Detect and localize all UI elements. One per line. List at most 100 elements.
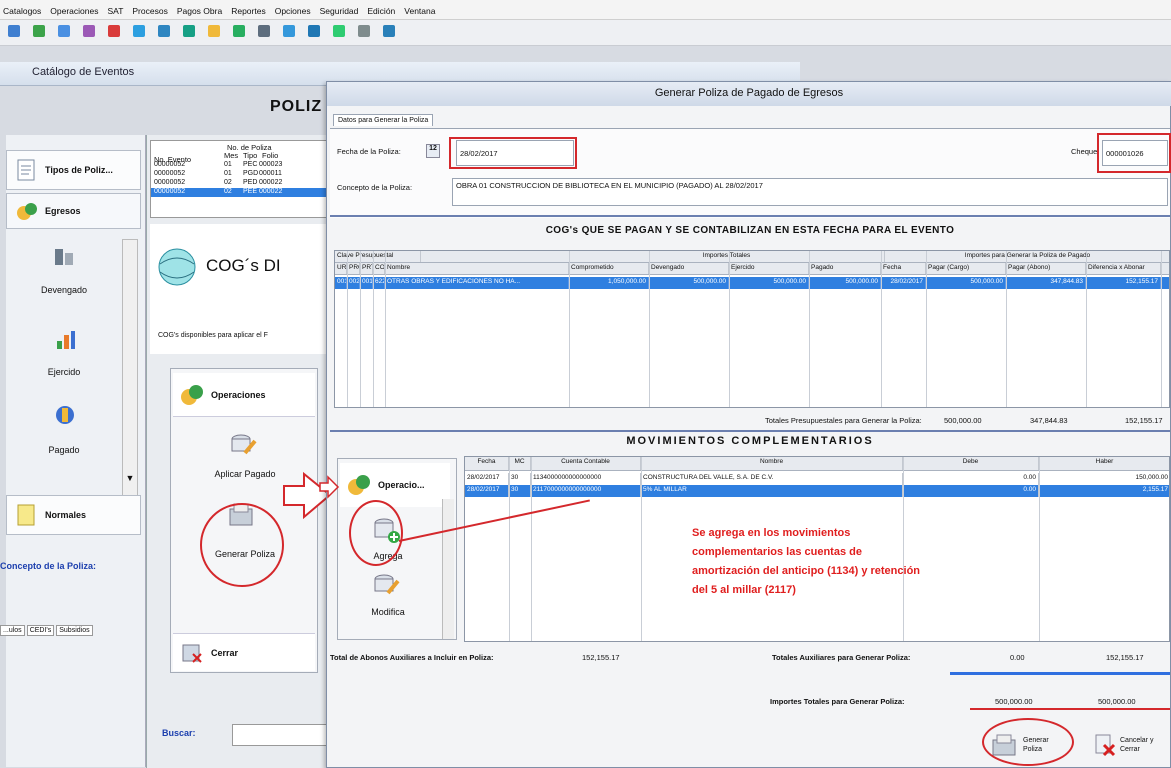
toolbar-button-icon[interactable] <box>58 25 70 37</box>
toolbar-button-icon[interactable] <box>108 25 120 37</box>
scroll-down-icon[interactable]: ▼ <box>122 473 138 489</box>
table-cell: 000023 <box>259 161 283 168</box>
toolbar-button-icon[interactable] <box>33 25 45 37</box>
importes-debe: 500,000.00 <box>995 697 1033 706</box>
toolbar-button-icon[interactable] <box>233 25 245 37</box>
toolbar-button-icon[interactable] <box>258 25 270 37</box>
menu-item[interactable]: Opciones <box>275 6 311 19</box>
devengado-icon[interactable] <box>51 245 79 269</box>
globe-icon <box>158 248 196 286</box>
grid-line <box>531 457 532 641</box>
mov-cell: 30 <box>509 485 531 497</box>
operaciones-header: Operaciones <box>173 373 315 417</box>
edit-database-icon[interactable] <box>372 571 400 599</box>
buscar-input[interactable] <box>232 724 332 746</box>
table-row[interactable]: 00000052 01 PEC 000023 <box>151 161 334 170</box>
grid-line <box>360 251 361 407</box>
cog-column-header: URPROGPRTCOGNombreComprometidoDevengadoE… <box>335 263 1169 275</box>
page-heading: POLIZ <box>270 98 323 115</box>
tab-titulos[interactable]: ...ulos <box>0 625 25 636</box>
importes-haber: 500,000.00 <box>1098 697 1136 706</box>
egresos-button[interactable]: Egresos <box>6 193 141 229</box>
toolbar <box>0 20 1171 46</box>
menu-item[interactable]: Edición <box>367 6 395 19</box>
red-underline <box>970 708 1170 710</box>
toolbar-button-icon[interactable] <box>183 25 195 37</box>
tipos-poliza-button[interactable]: Tipos de Poliz... <box>6 150 141 190</box>
menu-item[interactable]: Catalogos <box>3 6 41 19</box>
fecha-label: Fecha de la Poliza: <box>337 147 401 156</box>
generar-button-highlight <box>982 718 1074 766</box>
table-cell: 000022 <box>259 179 283 186</box>
table-row[interactable]: 28/02/2017 30 1134000000000000000 CONSTRUCT… <box>465 473 1169 485</box>
mov-header-cell: Haber <box>1039 457 1169 470</box>
cog-grid[interactable]: Clave Presupuestal Importes Totales Impo… <box>334 250 1170 408</box>
tab-cedis[interactable]: CEDI's <box>26 625 55 636</box>
agrega-highlight <box>349 500 403 566</box>
table-row[interactable]: 00000052 02 PEE 000022 <box>151 188 334 197</box>
grid-line <box>1039 457 1040 641</box>
tipos-poliza-label: Tipos de Poliz... <box>45 165 113 175</box>
menu-item[interactable]: Reportes <box>231 6 266 19</box>
modifica-label[interactable]: Modifica <box>338 607 438 617</box>
ejercido-icon[interactable] <box>51 327 79 351</box>
normales-button[interactable]: Normales <box>6 495 141 535</box>
separator <box>330 215 1170 217</box>
normales-label: Normales <box>45 510 87 520</box>
cog-cell: 500,000.00 <box>809 277 881 289</box>
cancel-icon <box>1095 734 1116 757</box>
menu-item[interactable]: Procesos <box>132 6 167 19</box>
mov-cell: 2117000000000000000 <box>531 485 641 497</box>
grid-line <box>385 251 386 407</box>
menu-item[interactable]: Ventana <box>404 6 435 19</box>
toolbar-button-icon[interactable] <box>283 25 295 37</box>
table-row[interactable]: 28/02/2017 30 2117000000000000000 5% AL MIL… <box>465 485 1169 497</box>
tab-subsidios[interactable]: Subsidios <box>56 625 93 636</box>
concepto-input[interactable]: OBRA 01 CONSTRUCCION DE BIBLIOTECA EN EL… <box>452 178 1168 206</box>
tab-datos-poliza[interactable]: Datos para Generar la Poliza <box>333 114 434 126</box>
table-row[interactable]: 00000052 01 PGD 000011 <box>151 170 334 179</box>
mov-header-cell: Nombre <box>641 457 903 470</box>
table-row[interactable]: 00000052 02 PED 000022 <box>151 179 334 188</box>
edit-database-icon[interactable] <box>229 431 257 459</box>
cog-header-cell: Nombre <box>385 263 569 274</box>
movimientos-title: MOVIMIENTOS COMPLEMENTARIOS <box>626 435 874 447</box>
toolbar-button-icon[interactable] <box>8 25 20 37</box>
mov-cell: CONSTRUCTURA DEL VALLE, S.A. DE C.V. <box>641 473 903 485</box>
toolbar-button-icon[interactable] <box>133 25 145 37</box>
cog-cell: 001 <box>360 277 373 289</box>
grp-importes: Importes Totales <box>569 251 885 262</box>
cancelar-label-2: Cerrar <box>1120 746 1140 753</box>
toolbar-button-icon[interactable] <box>358 25 370 37</box>
grp-poliza: Importes para Generar la Poliza de Pagad… <box>885 251 1169 262</box>
toolbar-button-icon[interactable] <box>308 25 320 37</box>
menu-bar: Catalogos Operaciones SAT Procesos Pagos Obr… <box>0 0 1171 20</box>
toolbar-button-icon[interactable] <box>383 25 395 37</box>
importes-totales-label: Importes Totales para Generar Poliza: <box>770 697 905 706</box>
cog-header-cell: Pagado <box>809 263 881 274</box>
menu-item[interactable]: Operaciones <box>50 6 98 19</box>
buscar-label: Buscar: <box>162 728 196 738</box>
menu-item[interactable]: SAT <box>107 6 123 19</box>
cog-cell: 500,000.00 <box>926 277 1006 289</box>
grid-line <box>881 251 882 407</box>
ops-scrollbar[interactable] <box>442 499 454 639</box>
pagado-icon[interactable] <box>51 403 79 427</box>
pagado-label: Pagado <box>48 445 80 455</box>
cancelar-cerrar-button[interactable]: Cancelar y Cerrar <box>1094 728 1171 762</box>
mov-header-cell: Debe <box>903 457 1039 470</box>
cerrar-button[interactable]: Cerrar <box>173 633 315 671</box>
cog-row[interactable]: 0010020016221OTRAS OBRAS Y EDIFICACIONES… <box>335 277 1169 289</box>
totales-val-2: 347,844.83 <box>1030 416 1068 425</box>
calendar-icon[interactable]: 12 <box>426 144 440 158</box>
eventos-table[interactable]: No. Evento No. de Poliza Mes Tipo Folio … <box>150 140 335 218</box>
menu-item[interactable]: Seguridad <box>320 6 359 19</box>
toolbar-button-icon[interactable] <box>208 25 220 37</box>
toolbar-button-icon[interactable] <box>83 25 95 37</box>
toolbar-button-icon[interactable] <box>158 25 170 37</box>
buscar-row: Buscar: <box>152 720 337 750</box>
dialog-title: Generar Poliza de Pagado de Egresos <box>327 82 1171 106</box>
menu-item[interactable]: Pagos Obra <box>177 6 222 19</box>
toolbar-button-icon[interactable] <box>333 25 345 37</box>
table-cell: PEC <box>243 161 258 168</box>
